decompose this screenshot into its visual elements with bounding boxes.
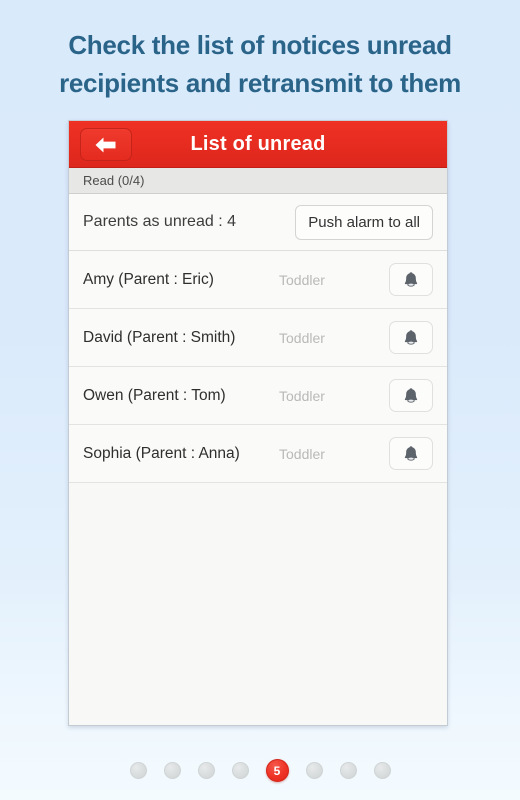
app-header-title: List of unread xyxy=(190,133,326,155)
app-header-bar: List of unread xyxy=(69,121,447,168)
page-title-line-2: recipients and retransmit to them xyxy=(59,68,461,98)
bell-icon xyxy=(401,270,421,290)
recipient-name: Amy (Parent : Eric) xyxy=(83,270,214,288)
push-alarm-button[interactable] xyxy=(389,321,433,354)
read-status-label: Read (0/4) xyxy=(83,173,145,188)
recipient-class: Toddler xyxy=(279,445,325,462)
pagination-dot[interactable] xyxy=(163,762,181,779)
phone-screen-panel: List of unread Read (0/4) Parents as unr… xyxy=(68,120,448,726)
bell-icon xyxy=(401,444,421,464)
recipient-name: David (Parent : Smith) xyxy=(83,328,236,346)
recipient-name: Sophia (Parent : Anna) xyxy=(83,444,240,462)
recipient-name: Owen (Parent : Tom) xyxy=(83,386,226,404)
bell-icon xyxy=(401,328,421,348)
push-alarm-button[interactable] xyxy=(389,263,433,296)
page-title: Check the list of notices unread recipie… xyxy=(0,26,520,102)
pagination-dot[interactable] xyxy=(231,762,249,779)
pagination-dot[interactable] xyxy=(129,762,147,779)
read-status-bar: Read (0/4) xyxy=(69,168,447,194)
recipient-class: Toddler xyxy=(279,271,325,288)
unread-count-label: Parents as unread : 4 xyxy=(83,213,236,230)
list-item[interactable]: Sophia (Parent : Anna) Toddler xyxy=(69,425,447,483)
list-item[interactable]: Amy (Parent : Eric) Toddler xyxy=(69,251,447,309)
list-item[interactable]: David (Parent : Smith) Toddler xyxy=(69,309,447,367)
list-item[interactable]: Owen (Parent : Tom) Toddler xyxy=(69,367,447,425)
page-title-line-1: Check the list of notices unread xyxy=(68,30,452,60)
unread-summary-row: Parents as unread : 4 Push alarm to all xyxy=(69,194,447,251)
pagination-dots: 5 xyxy=(0,759,520,782)
push-alarm-to-all-button[interactable]: Push alarm to all xyxy=(295,204,433,240)
pagination-dot[interactable] xyxy=(305,762,323,779)
push-alarm-button[interactable] xyxy=(389,379,433,412)
push-alarm-button[interactable] xyxy=(389,437,433,470)
recipient-class: Toddler xyxy=(279,329,325,346)
pagination-dot[interactable] xyxy=(373,762,391,779)
pagination-dot[interactable] xyxy=(197,762,215,779)
pagination-dot-active[interactable]: 5 xyxy=(265,759,289,782)
recipient-class: Toddler xyxy=(279,387,325,404)
pagination-dot[interactable] xyxy=(339,762,357,779)
bell-icon xyxy=(401,386,421,406)
unread-recipient-list: Amy (Parent : Eric) Toddler David (Paren… xyxy=(69,251,447,483)
